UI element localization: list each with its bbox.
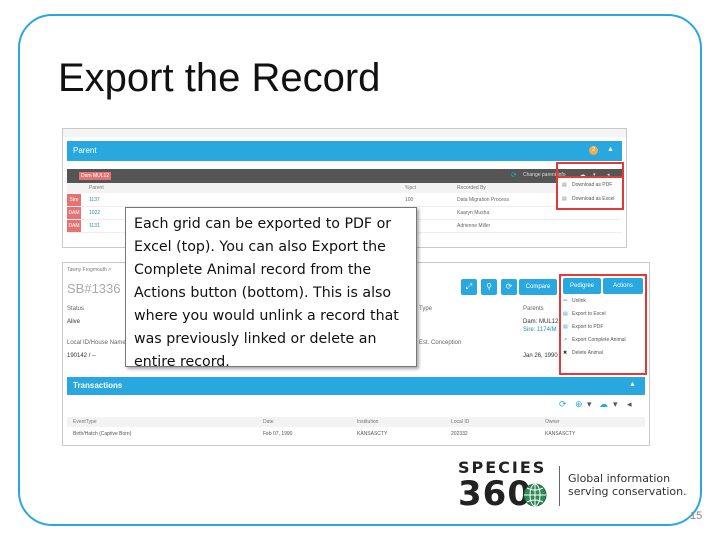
actions-menu-list: ⚯ Unlink ▤ Export to Excel ▤ Export to PDF … — [563, 298, 626, 363]
row-parent-link[interactable]: 1022 — [89, 210, 100, 216]
local-id-label: Local ID/House Name — [67, 340, 126, 346]
row-parent-link[interactable]: 1137 — [89, 197, 100, 203]
logo-360-text: 360 — [458, 474, 532, 514]
actions-menu: Pedigree Actions ⚯ Unlink ▤ Export to Exce… — [559, 274, 647, 375]
tagline-line1: Global information — [568, 472, 671, 485]
cloud-download-icon[interactable]: ☁ — [599, 399, 608, 410]
link-icon[interactable]: ⚲ — [481, 279, 497, 295]
dam-value[interactable]: Dam: MUL12 — [523, 319, 558, 325]
row-recorded-by: Kaaryn Musha — [457, 210, 490, 216]
row-recorded-by: Adrienne Miller — [457, 223, 491, 229]
export-pdf-item[interactable]: ▤ Export to PDF — [563, 324, 626, 337]
row-tag: Sire — [67, 194, 81, 206]
col-parent[interactable]: Parent — [89, 185, 104, 191]
col-institution[interactable]: Institution — [357, 419, 378, 425]
transactions-column-headers: EventType Date Institution Local ID Owne… — [67, 417, 645, 427]
add-icon[interactable]: ⊕ — [575, 399, 583, 410]
parent-panel-title: Parent — [73, 146, 97, 155]
tagline-line2: serving conservation. — [568, 485, 687, 498]
collapse-icon[interactable]: ▲ — [629, 381, 636, 388]
download-menu: ▤ Download as PDF ▤ Download as Excel — [556, 176, 624, 210]
col-date[interactable]: Date — [263, 419, 274, 425]
animal-name-breadcrumb[interactable]: Tawny Frogmouth > — [67, 267, 111, 273]
pdf-icon: ▤ — [563, 324, 568, 330]
row-recorded-by: Data Migration Process — [457, 197, 509, 203]
tx-owner: KANSASCTY — [545, 431, 576, 437]
conception-value: Jan 26, 1990 — [523, 353, 558, 359]
col-local-id[interactable]: Local ID — [451, 419, 469, 425]
local-id-value: 190142 / -- — [67, 353, 97, 359]
slide-title: Export the Record — [58, 56, 381, 100]
parents-label: Parents — [523, 306, 544, 312]
compare-button[interactable]: Compare — [519, 279, 557, 295]
sire-value[interactable]: Sire: 1174/M — [523, 327, 557, 333]
globe-icon — [523, 483, 547, 507]
parent-panel-header[interactable]: Parent 2 ▲ — [67, 141, 622, 161]
download-excel-item[interactable]: Download as Excel — [572, 196, 615, 202]
transactions-title: Transactions — [73, 381, 123, 390]
unlink-icon: ⚯ — [563, 298, 568, 304]
tx-institution: KANSASCTY — [357, 431, 388, 437]
conception-label: Est. Conception — [419, 340, 462, 346]
table-row[interactable]: Sire 1137 100 Data Migration Process — [67, 194, 622, 207]
export-complete-animal-item[interactable]: ↗ Export Complete Animal — [563, 337, 626, 350]
parent-toolbar: Dam MUL12 ⟳ Change parent info ☁ ▾ ◂ — [67, 169, 622, 183]
type-label: Type — [419, 306, 433, 312]
cropped-strip — [63, 129, 626, 137]
pdf-icon: ▤ — [562, 182, 567, 188]
refresh-icon[interactable]: ⟳ — [511, 171, 517, 179]
explanation-callout: Each grid can be exported to PDF or Exce… — [125, 207, 417, 370]
row-tag: DAM — [67, 220, 81, 232]
chevron-left-icon[interactable]: ◂ — [627, 399, 632, 410]
delete-animal-item[interactable]: ✖ Delete Animal — [563, 350, 626, 363]
collapse-icon[interactable]: ▲ — [607, 146, 614, 153]
count-badge: 2 — [589, 146, 598, 155]
col-pct[interactable]: %pct — [405, 185, 416, 191]
excel-icon: ▤ — [563, 311, 568, 317]
parent-column-headers: Parent %pct Recorded By — [67, 183, 622, 193]
row-parent-link[interactable]: 1131 — [89, 223, 100, 229]
transactions-header[interactable]: Transactions ▲ — [67, 377, 645, 395]
chevron-down-icon[interactable]: ▾ — [613, 399, 618, 410]
record-id: SB#1336 — [67, 281, 121, 296]
export-excel-item[interactable]: ▤ Export to Excel — [563, 311, 626, 324]
chevron-down-icon[interactable]: ▾ — [587, 399, 592, 410]
species360-logo: SPECIES 360 Global information serving c… — [458, 458, 698, 514]
refresh-icon[interactable]: ⟳ — [501, 279, 517, 295]
download-pdf-item[interactable]: Download as PDF — [572, 182, 612, 188]
transactions-toolbar: ⟳ ⊕ ▾ ☁ ▾ ◂ — [67, 397, 645, 413]
pedigree-button[interactable]: Pedigree — [563, 278, 601, 294]
col-recorded-by[interactable]: Recorded By — [457, 185, 486, 191]
logo-divider — [559, 466, 560, 506]
row-tag: DAM — [67, 207, 81, 219]
tx-date: Feb 07, 1990 — [263, 431, 293, 437]
tx-event: Birth/Hatch (Captive Born) — [73, 431, 132, 437]
col-event-type[interactable]: EventType — [73, 419, 97, 425]
table-row[interactable]: Birth/Hatch (Captive Born) Feb 07, 1990 … — [67, 429, 645, 441]
tx-local-id: 202332 — [451, 431, 468, 437]
status-label: Status — [67, 306, 85, 312]
logo-tagline: Global information serving conservation. — [568, 472, 687, 498]
col-owner[interactable]: Owner — [545, 419, 560, 425]
export-icon: ↗ — [563, 337, 568, 343]
page-number: 15 — [690, 510, 703, 522]
refresh-icon[interactable]: ⟳ — [559, 399, 567, 410]
download-highlight — [556, 162, 624, 176]
expand-icon[interactable]: ⤢ — [461, 279, 477, 295]
excel-icon: ▤ — [562, 196, 567, 202]
delete-icon: ✖ — [563, 350, 568, 356]
row-pct: 100 — [405, 197, 414, 203]
selected-id-chip[interactable]: Dam MUL12 — [79, 172, 112, 180]
actions-button[interactable]: Actions — [603, 278, 643, 294]
status-value: Alive — [67, 319, 81, 325]
unlink-item[interactable]: ⚯ Unlink — [563, 298, 626, 311]
